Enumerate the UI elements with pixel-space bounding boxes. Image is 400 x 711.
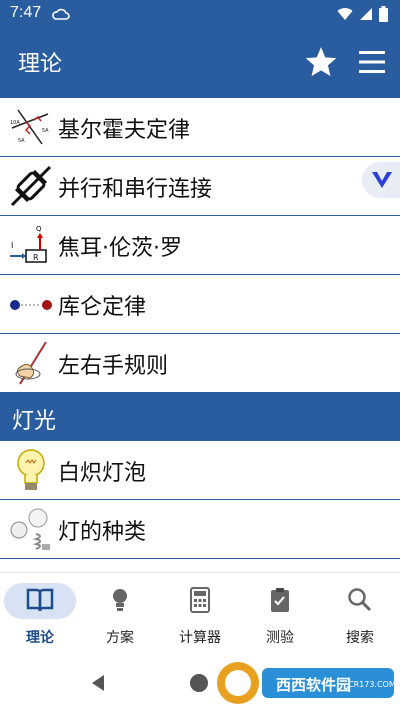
home-button[interactable]: [190, 674, 208, 692]
tab-theory[interactable]: 理论: [0, 573, 80, 655]
signal-icon: [360, 8, 372, 20]
list-item-label: 焦耳·伦茨·罗: [58, 236, 182, 261]
coulomb-icon: [10, 300, 52, 310]
list-item-coulomb[interactable]: 库仑定律: [0, 275, 400, 334]
tab-schemes[interactable]: 方案: [80, 573, 160, 655]
list-item-label: 白炽灯泡: [58, 461, 147, 486]
bottom-nav: 理论 方案 计算器 测验 搜索: [0, 572, 400, 655]
calculator-icon: [190, 587, 210, 613]
page-title: 理论: [18, 52, 63, 77]
battery-icon: [379, 6, 388, 22]
tab-label: 搜索: [346, 630, 374, 646]
lamp-types-icon: [10, 508, 50, 550]
list-item-label: 并行和串行连接: [58, 177, 213, 202]
svg-text:I: I: [11, 241, 13, 250]
v-logo-icon: [372, 172, 392, 188]
list-item-incandescent[interactable]: 白炽灯泡: [0, 441, 400, 500]
list-item-lamp-types[interactable]: 灯的种类: [0, 500, 400, 559]
section-header-light: 灯光: [0, 393, 400, 441]
watermark-text: 西西软件园: [276, 676, 352, 694]
kirchhoff-icon: 10A 5A 5A: [10, 109, 49, 145]
watermark-subtext: CR173.COM: [348, 680, 396, 689]
search-icon: [348, 588, 372, 612]
list-item-label: 库仑定律: [58, 295, 147, 320]
status-time: 7:47: [10, 4, 42, 21]
hand-rule-icon: [15, 341, 47, 385]
list-item-kirchhoff[interactable]: 10A 5A 5A 基尔霍夫定律: [0, 98, 400, 157]
clipboard-icon: [271, 588, 289, 612]
svg-text:Q: Q: [36, 225, 42, 233]
app-bar: 理论: [0, 28, 400, 98]
joule-lenz-icon: I R Q: [10, 225, 47, 263]
svg-text:R: R: [33, 253, 39, 262]
tab-label: 理论: [26, 630, 54, 646]
list-item-label: 左右手规则: [58, 354, 169, 379]
tab-search[interactable]: 搜索: [320, 573, 400, 655]
wifi-icon: [337, 8, 353, 20]
resistors-connection-icon: [10, 165, 52, 207]
tab-quiz[interactable]: 测验: [240, 573, 320, 655]
tab-label: 计算器: [179, 630, 221, 646]
cloud-icon: [52, 8, 70, 20]
lightbulb-icon: [113, 589, 127, 611]
list-item-joule-lenz[interactable]: I R Q 焦耳·伦茨·罗: [0, 216, 400, 275]
menu-icon[interactable]: [357, 49, 387, 75]
tab-label: 测验: [266, 630, 294, 646]
watermark-logo: 西西软件园 CR173.COM: [212, 660, 398, 706]
floating-side-button[interactable]: [362, 162, 400, 198]
svg-text:10A: 10A: [10, 120, 20, 126]
svg-text:5A: 5A: [18, 138, 25, 144]
tab-calculator[interactable]: 计算器: [160, 573, 240, 655]
light-bulb-icon: [17, 449, 45, 490]
star-icon[interactable]: [304, 45, 338, 79]
topic-list: 10A 5A 5A 基尔霍夫定律 并行和串行连接 I R Q 焦耳·伦茨·罗 库…: [0, 98, 400, 559]
list-item-hand-rule[interactable]: 左右手规则: [0, 334, 400, 393]
svg-text:5A: 5A: [42, 128, 49, 134]
tab-label: 方案: [106, 630, 134, 646]
list-item-connection[interactable]: 并行和串行连接: [0, 157, 400, 216]
book-icon: [26, 588, 54, 612]
section-title: 灯光: [12, 409, 57, 434]
list-item-label: 灯的种类: [58, 520, 147, 545]
status-bar: 7:47: [0, 0, 400, 28]
list-item-label: 基尔霍夫定律: [58, 118, 191, 143]
back-icon[interactable]: [90, 674, 106, 692]
